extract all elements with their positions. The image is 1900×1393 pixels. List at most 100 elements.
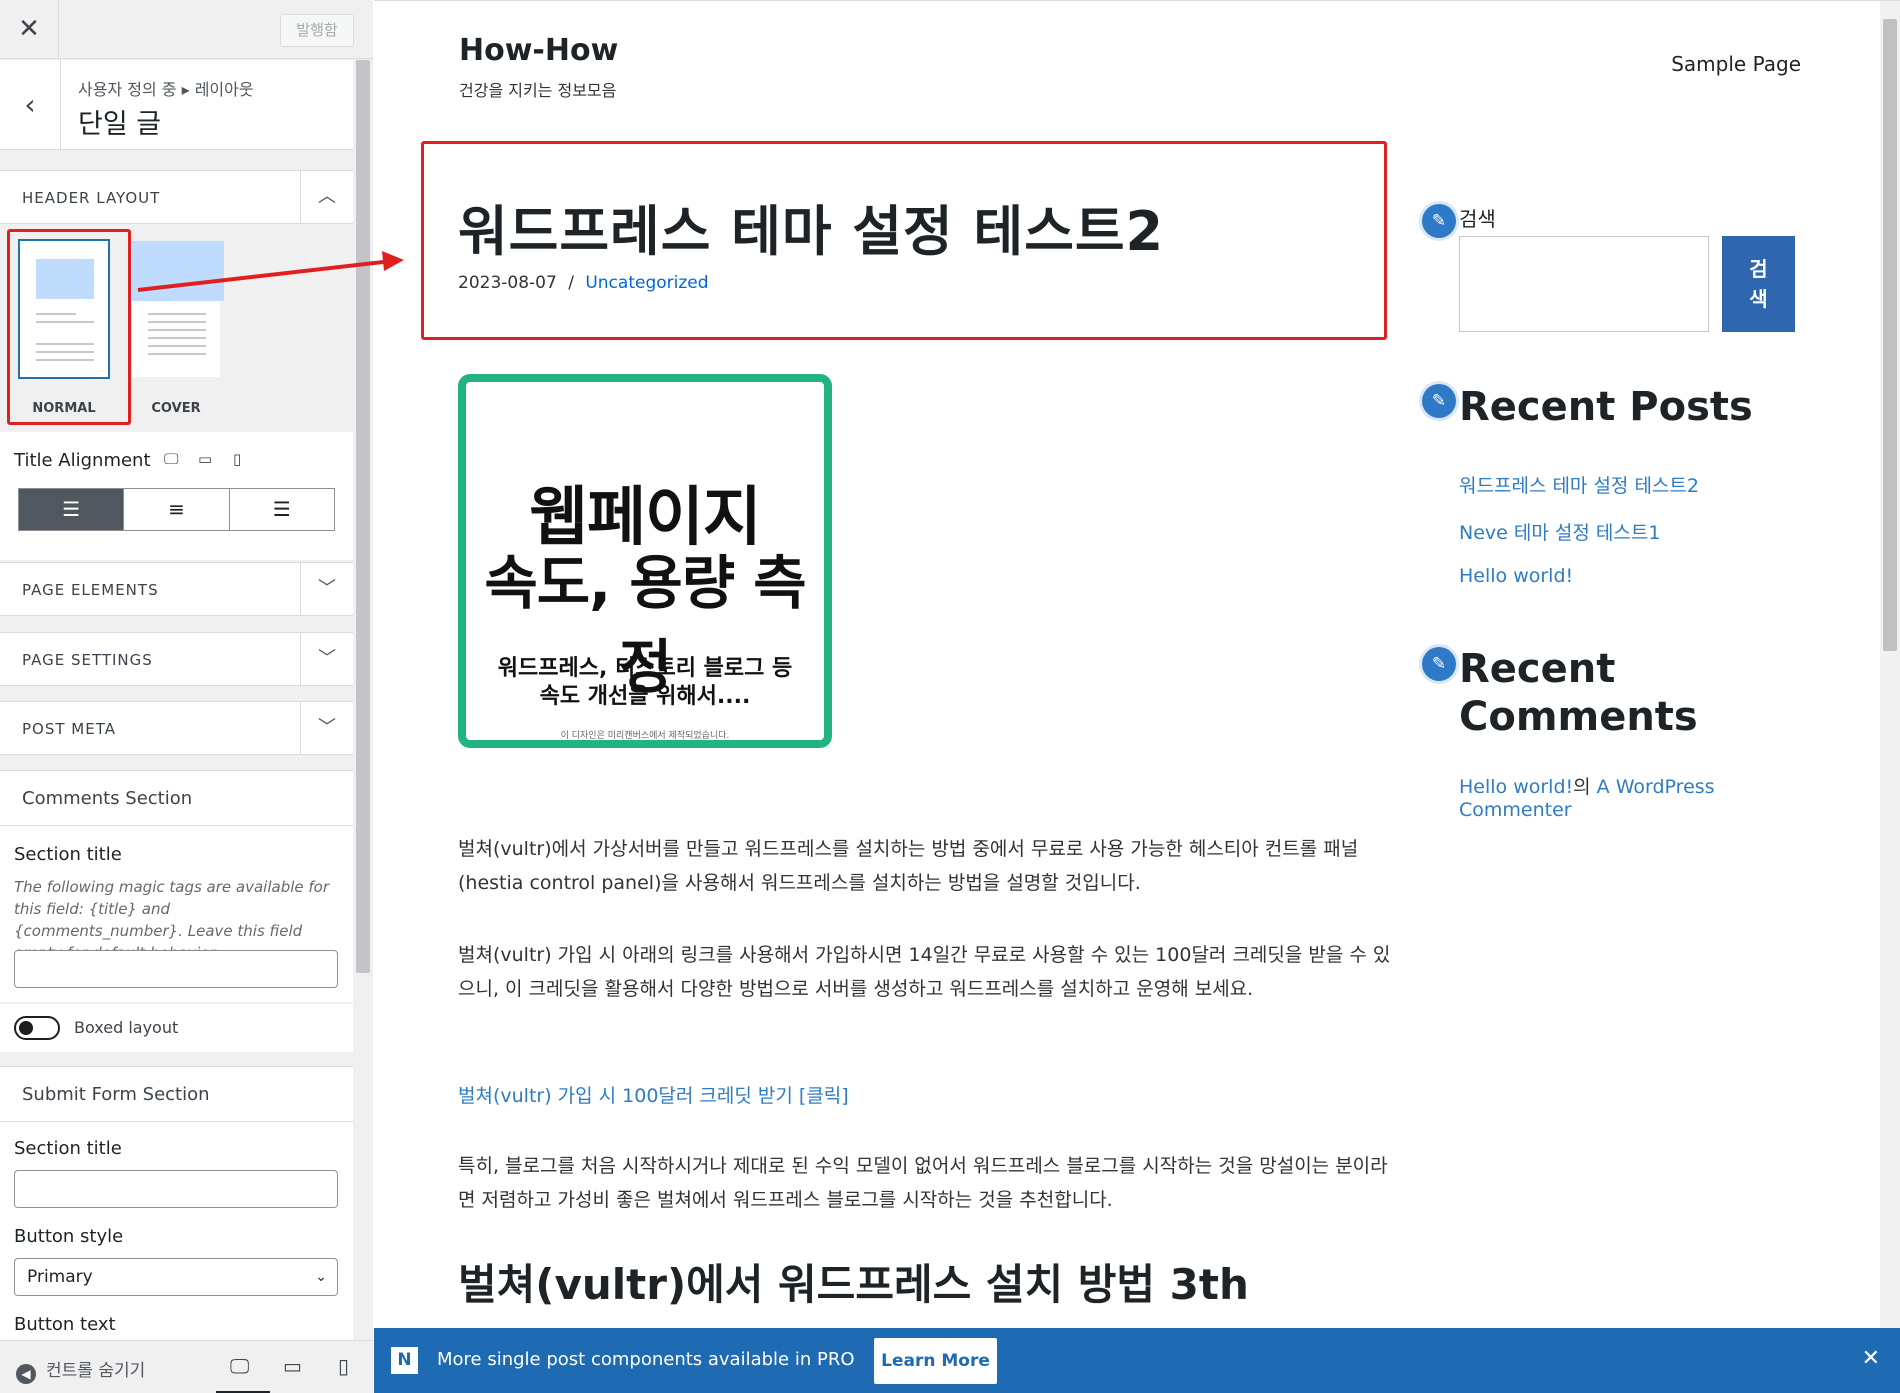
panel-scrollbar[interactable]	[353, 60, 373, 1340]
publish-button[interactable]: 발행함	[280, 14, 354, 47]
edit-widget-icon[interactable]: ✎	[1422, 384, 1456, 418]
submit-form-section-label: Submit Form Section	[22, 1084, 210, 1105]
align-center-button[interactable]: ≡	[124, 489, 230, 530]
learn-more-button[interactable]: Learn More	[874, 1338, 997, 1384]
search-input[interactable]	[1459, 236, 1709, 332]
header-layout-label: HEADER LAYOUT	[22, 189, 161, 207]
recent-comment-item: Hello world!의 A WordPress Commenter	[1459, 776, 1749, 822]
boxed-layout-toggle[interactable]	[14, 1016, 60, 1040]
section-title-label: Section title	[14, 1138, 122, 1159]
recent-posts-heading: Recent Posts	[1459, 384, 1753, 430]
preview-mobile-icon[interactable]: ▯	[338, 1354, 349, 1378]
close-customizer-button[interactable]: ✕	[0, 0, 59, 59]
comments-section-heading: Comments Section	[0, 770, 353, 826]
preview-scrollbar-thumb[interactable]	[1883, 19, 1897, 651]
tablet-icon[interactable]: ▭	[198, 450, 212, 468]
nav-item-sample-page[interactable]: Sample Page	[1671, 52, 1801, 76]
comments-section-title-input[interactable]	[14, 950, 338, 988]
button-style-select[interactable]: Primary ⌄	[14, 1258, 338, 1296]
edit-widget-icon[interactable]: ✎	[1422, 204, 1456, 238]
post-meta: 2023-08-07 / Uncategorized	[458, 273, 709, 293]
title-alignment-label: Title Alignment	[14, 450, 151, 471]
featured-image: 웹페이지 속도, 용량 측정 워드프레스, 티스토리 블로그 등 속도 개선을 …	[458, 374, 832, 748]
post-title: 워드프레스 테마 설정 테스트2	[458, 200, 1165, 263]
boxed-layout-row: Boxed layout	[0, 1004, 353, 1052]
hide-controls-button[interactable]: ◀ 컨트롤 숨기기	[16, 1356, 145, 1384]
breadcrumb: 사용자 정의 중 ▸ 레이아웃	[78, 80, 254, 99]
submit-section-title-input[interactable]	[14, 1170, 338, 1208]
back-button[interactable]: ‹	[0, 60, 61, 150]
post-paragraph: 벌쳐(vultr)에서 가상서버를 만들고 워드프레스를 설치하는 방법 중에서…	[458, 838, 1359, 894]
chevron-down-icon[interactable]: ﹀	[300, 702, 353, 754]
panel-scrollbar-thumb[interactable]	[356, 60, 370, 973]
chevron-down-icon[interactable]: ﹀	[300, 563, 353, 615]
recent-comment-post-link[interactable]: Hello world!	[1459, 776, 1573, 798]
chevron-left-icon: ‹	[24, 88, 36, 121]
recent-post-link[interactable]: 워드프레스 테마 설정 테스트2	[1459, 471, 1699, 498]
preview-tablet-icon[interactable]: ▭	[283, 1354, 302, 1378]
page-settings-section[interactable]: PAGE SETTINGS ﹀	[0, 632, 353, 686]
search-button[interactable]: 검 색	[1722, 236, 1795, 332]
hide-controls-label: 컨트롤 숨기기	[46, 1361, 146, 1381]
layout-option-label: COVER	[151, 401, 201, 416]
header-layout-section[interactable]: HEADER LAYOUT ︿	[0, 170, 353, 224]
layout-option-cover[interactable]: COVER	[123, 239, 229, 416]
desktop-icon[interactable]: 🖵	[164, 450, 178, 468]
chevron-down-icon[interactable]: ﹀	[300, 633, 353, 685]
section-title: 단일 글	[78, 109, 162, 140]
align-right-button[interactable]: ☰	[230, 489, 334, 530]
close-icon[interactable]: ✕	[1862, 1346, 1880, 1371]
vultr-promo-link[interactable]: 벌쳐(vultr) 가입 시 100달러 크레딧 받기 [클릭]	[458, 1081, 849, 1108]
cover-layout-thumbnail	[130, 239, 224, 379]
panel-footer: ◀ 컨트롤 숨기기 🖵 ▭ ▯	[0, 1340, 373, 1393]
post-meta-label: POST META	[22, 720, 116, 738]
button-style-label: Button style	[14, 1226, 124, 1247]
panel-topbar: ✕ 발행함	[0, 0, 373, 59]
featured-image-credit: 이 디자인은 미리캔버스에서 제작되었습니다.	[560, 731, 730, 741]
site-tagline: 건강을 지키는 정보모음	[459, 81, 617, 100]
post-meta-section[interactable]: POST META ﹀	[0, 701, 353, 755]
button-style-value: Primary	[27, 1267, 93, 1287]
annotation-highlight-box	[7, 229, 131, 425]
alignment-button-group: ☰ ≡ ☰	[18, 488, 335, 531]
section-title-label: Section title	[14, 844, 122, 865]
banner-message: More single post components available in…	[437, 1349, 855, 1370]
recent-comments-heading: Recent Comments	[1459, 646, 1698, 740]
site-preview: How-How 건강을 지키는 정보모음 Sample Page 워드프레스 테…	[374, 0, 1900, 1329]
post-date: 2023-08-07	[458, 273, 557, 293]
recent-post-link[interactable]: Neve 테마 설정 테스트1	[1459, 518, 1660, 545]
submit-form-section-heading: Submit Form Section	[0, 1066, 353, 1122]
post-paragraph: 벌쳐(vultr) 가입 시 아래의 링크를 사용해서 가입하시면 14일간 무…	[458, 944, 1391, 1000]
post-subheading: 벌쳐(vultr)에서 워드프레스 설치 방법 3th	[458, 1260, 1249, 1309]
pro-upsell-banner: N More single post components available …	[374, 1328, 1900, 1393]
meta-separator: /	[568, 273, 574, 293]
mobile-icon[interactable]: ▯	[233, 450, 241, 468]
boxed-layout-label: Boxed layout	[74, 1018, 179, 1037]
chevron-up-icon[interactable]: ︿	[300, 171, 353, 223]
comments-section-label: Comments Section	[22, 788, 193, 809]
page-settings-label: PAGE SETTINGS	[22, 651, 153, 669]
neve-logo-icon: N	[391, 1347, 418, 1374]
search-label: 검색	[1459, 207, 1496, 231]
section-breadcrumb: ‹ 사용자 정의 중 ▸ 레이아웃 단일 글	[0, 60, 353, 150]
button-text-label: Button text	[14, 1314, 116, 1335]
post-paragraph: 특히, 블로그를 처음 시작하시거나 제대로 된 수익 모델이 없어서 워드프레…	[458, 1155, 1388, 1211]
preview-scrollbar[interactable]	[1880, 1, 1900, 1329]
close-icon: ✕	[18, 14, 40, 44]
submit-form-section-body: Section title Button style Primary ⌄ But…	[0, 1122, 353, 1340]
preview-desktop-icon[interactable]: 🖵	[230, 1354, 249, 1378]
align-left-button[interactable]: ☰	[19, 489, 125, 530]
page-elements-label: PAGE ELEMENTS	[22, 581, 159, 599]
hide-arrow-icon: ◀	[16, 1364, 36, 1384]
recent-post-link[interactable]: Hello world!	[1459, 565, 1573, 587]
page-elements-section[interactable]: PAGE ELEMENTS ﹀	[0, 562, 353, 616]
title-alignment-control: Title Alignment 🖵 ▭ ▯ ☰ ≡ ☰	[0, 432, 353, 560]
chevron-down-icon: ⌄	[315, 1269, 327, 1285]
site-title[interactable]: How-How	[459, 33, 618, 68]
customizer-panel: ✕ 발행함 ‹ 사용자 정의 중 ▸ 레이아웃 단일 글 HEADER LAYO…	[0, 0, 373, 1393]
comments-section-body: Section title The following magic tags a…	[0, 826, 353, 1002]
post-category-link[interactable]: Uncategorized	[585, 273, 708, 293]
edit-widget-icon[interactable]: ✎	[1422, 647, 1456, 681]
featured-image-line: 속도 개선을 위해서....	[539, 684, 751, 709]
customizer-window: ✕ 발행함 ‹ 사용자 정의 중 ▸ 레이아웃 단일 글 HEADER LAYO…	[0, 0, 1900, 1393]
